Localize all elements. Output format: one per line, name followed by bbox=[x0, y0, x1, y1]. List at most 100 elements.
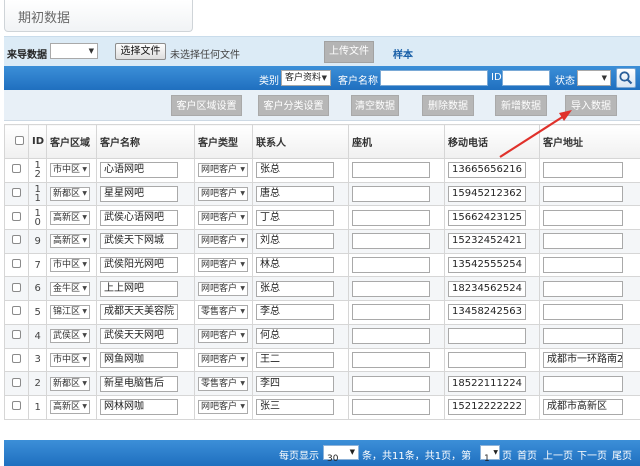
row-address-input[interactable] bbox=[543, 233, 623, 250]
row-contact-input[interactable]: 李总 bbox=[256, 304, 334, 321]
search-button[interactable] bbox=[616, 68, 636, 88]
row-name-input[interactable]: 上上网吧 bbox=[100, 280, 178, 297]
category-select[interactable]: 客户资料 ▼ bbox=[281, 70, 331, 86]
row-region-select[interactable]: 金牛区 ▼ bbox=[50, 281, 90, 296]
id-input[interactable] bbox=[502, 70, 550, 86]
row-phone-input[interactable] bbox=[352, 328, 430, 345]
row-name-input[interactable]: 武侯心语网吧 bbox=[100, 209, 178, 226]
row-type-select[interactable]: 零售客户 ▼ bbox=[198, 376, 248, 391]
row-region-select[interactable]: 锦江区 ▼ bbox=[50, 305, 90, 320]
row-address-input[interactable]: 成都市一环路南2号 bbox=[543, 351, 623, 368]
customer-name-input[interactable] bbox=[380, 70, 488, 86]
row-region-select[interactable]: 新都区 ▼ bbox=[50, 187, 90, 202]
row-region-select[interactable]: 高新区 ▼ bbox=[50, 234, 90, 249]
row-checkbox[interactable] bbox=[12, 282, 21, 292]
row-address-input[interactable] bbox=[543, 304, 623, 321]
row-checkbox[interactable] bbox=[12, 330, 21, 340]
row-address-input[interactable] bbox=[543, 375, 623, 392]
row-address-input[interactable]: 成都市高新区 bbox=[543, 399, 623, 416]
sample-link[interactable]: 样本 bbox=[393, 46, 413, 61]
select-all-header[interactable] bbox=[4, 124, 29, 159]
status-select[interactable]: ▼ bbox=[577, 70, 611, 86]
row-name-input[interactable]: 网林网咖 bbox=[100, 399, 178, 416]
row-checkbox[interactable] bbox=[12, 235, 21, 245]
next-page-link[interactable]: 下一页 bbox=[577, 447, 607, 462]
row-type-select[interactable]: 网吧客户 ▼ bbox=[198, 352, 248, 367]
row-name-input[interactable]: 星星网吧 bbox=[100, 186, 178, 203]
row-phone-input[interactable] bbox=[352, 209, 430, 226]
row-address-input[interactable] bbox=[543, 162, 623, 179]
row-contact-input[interactable]: 何总 bbox=[256, 328, 334, 345]
row-checkbox[interactable] bbox=[12, 188, 21, 198]
per-page-select[interactable]: 30 ▼ bbox=[323, 445, 359, 464]
row-checkbox[interactable] bbox=[12, 401, 21, 411]
row-type-select[interactable]: 网吧客户 ▼ bbox=[198, 281, 248, 296]
page-select[interactable]: 1 ▼ bbox=[480, 445, 500, 464]
row-phone-input[interactable] bbox=[352, 375, 430, 392]
row-mobile-input[interactable]: 13665656216 bbox=[448, 162, 526, 179]
row-checkbox[interactable] bbox=[12, 211, 21, 221]
tab-initial-data[interactable]: 期初数据 bbox=[4, 0, 193, 32]
row-contact-input[interactable]: 张总 bbox=[256, 280, 334, 297]
row-contact-input[interactable]: 刘总 bbox=[256, 233, 334, 250]
row-region-select[interactable]: 新都区 ▼ bbox=[50, 376, 90, 391]
row-region-select[interactable]: 市中区 ▼ bbox=[50, 352, 90, 367]
row-mobile-input[interactable]: 13542555254 bbox=[448, 257, 526, 274]
choose-file-button[interactable]: 选择文件 bbox=[115, 43, 166, 60]
row-contact-input[interactable]: 丁总 bbox=[256, 209, 334, 226]
row-mobile-input[interactable]: 13458242563 bbox=[448, 304, 526, 321]
row-address-input[interactable] bbox=[543, 280, 623, 297]
row-phone-input[interactable] bbox=[352, 233, 430, 250]
source-select[interactable]: ▼ bbox=[50, 43, 98, 59]
row-type-select[interactable]: 网吧客户 ▼ bbox=[198, 187, 248, 202]
row-name-input[interactable]: 成都天天美容院 bbox=[100, 304, 178, 321]
row-phone-input[interactable] bbox=[352, 304, 430, 321]
row-type-select[interactable]: 网吧客户 ▼ bbox=[198, 258, 248, 273]
row-checkbox[interactable] bbox=[12, 377, 21, 387]
row-region-select[interactable]: 高新区 ▼ bbox=[50, 400, 90, 415]
row-mobile-input[interactable]: 15945212362 bbox=[448, 186, 526, 203]
last-page-link[interactable]: 尾页 bbox=[612, 447, 632, 462]
row-region-select[interactable]: 高新区 ▼ bbox=[50, 210, 90, 225]
row-name-input[interactable]: 武侯天下网城 bbox=[100, 233, 178, 250]
row-mobile-input[interactable]: 15212222222 bbox=[448, 399, 526, 416]
clear-data-button[interactable]: 清空数据 bbox=[351, 95, 399, 116]
row-contact-input[interactable]: 张总 bbox=[256, 162, 334, 179]
upload-file-button[interactable]: 上传文件 bbox=[324, 41, 374, 63]
row-name-input[interactable]: 武侯阳光网吧 bbox=[100, 257, 178, 274]
row-contact-input[interactable]: 王二 bbox=[256, 351, 334, 368]
select-all-checkbox[interactable] bbox=[15, 135, 24, 145]
row-region-select[interactable]: 市中区 ▼ bbox=[50, 258, 90, 273]
first-page-link[interactable]: 首页 bbox=[517, 447, 537, 462]
row-type-select[interactable]: 网吧客户 ▼ bbox=[198, 329, 248, 344]
row-address-input[interactable] bbox=[543, 209, 623, 226]
row-mobile-input[interactable]: 18522111224 bbox=[448, 375, 526, 392]
row-name-input[interactable]: 网鱼网咖 bbox=[100, 351, 178, 368]
row-phone-input[interactable] bbox=[352, 162, 430, 179]
row-type-select[interactable]: 网吧客户 ▼ bbox=[198, 163, 248, 178]
row-contact-input[interactable]: 李四 bbox=[256, 375, 334, 392]
row-name-input[interactable]: 新星电脑售后 bbox=[100, 375, 178, 392]
delete-data-button[interactable]: 删除数据 bbox=[422, 95, 474, 116]
row-phone-input[interactable] bbox=[352, 257, 430, 274]
region-settings-button[interactable]: 客户区域设置 bbox=[171, 95, 242, 116]
row-phone-input[interactable] bbox=[352, 280, 430, 297]
row-contact-input[interactable]: 林总 bbox=[256, 257, 334, 274]
row-contact-input[interactable]: 张三 bbox=[256, 399, 334, 416]
row-name-input[interactable]: 心语网吧 bbox=[100, 162, 178, 179]
row-phone-input[interactable] bbox=[352, 351, 430, 368]
row-mobile-input[interactable] bbox=[448, 351, 526, 368]
row-checkbox[interactable] bbox=[12, 306, 21, 316]
row-checkbox[interactable] bbox=[12, 259, 21, 269]
row-type-select[interactable]: 零售客户 ▼ bbox=[198, 305, 248, 320]
row-type-select[interactable]: 网吧客户 ▼ bbox=[198, 210, 248, 225]
row-address-input[interactable] bbox=[543, 328, 623, 345]
row-name-input[interactable]: 武侯天天网吧 bbox=[100, 328, 178, 345]
row-phone-input[interactable] bbox=[352, 186, 430, 203]
row-region-select[interactable]: 武侯区 ▼ bbox=[50, 329, 90, 344]
row-contact-input[interactable]: 唐总 bbox=[256, 186, 334, 203]
row-checkbox[interactable] bbox=[12, 164, 21, 174]
row-type-select[interactable]: 网吧客户 ▼ bbox=[198, 400, 248, 415]
prev-page-link[interactable]: 上一页 bbox=[543, 447, 573, 462]
category-settings-button[interactable]: 客户分类设置 bbox=[258, 95, 329, 116]
